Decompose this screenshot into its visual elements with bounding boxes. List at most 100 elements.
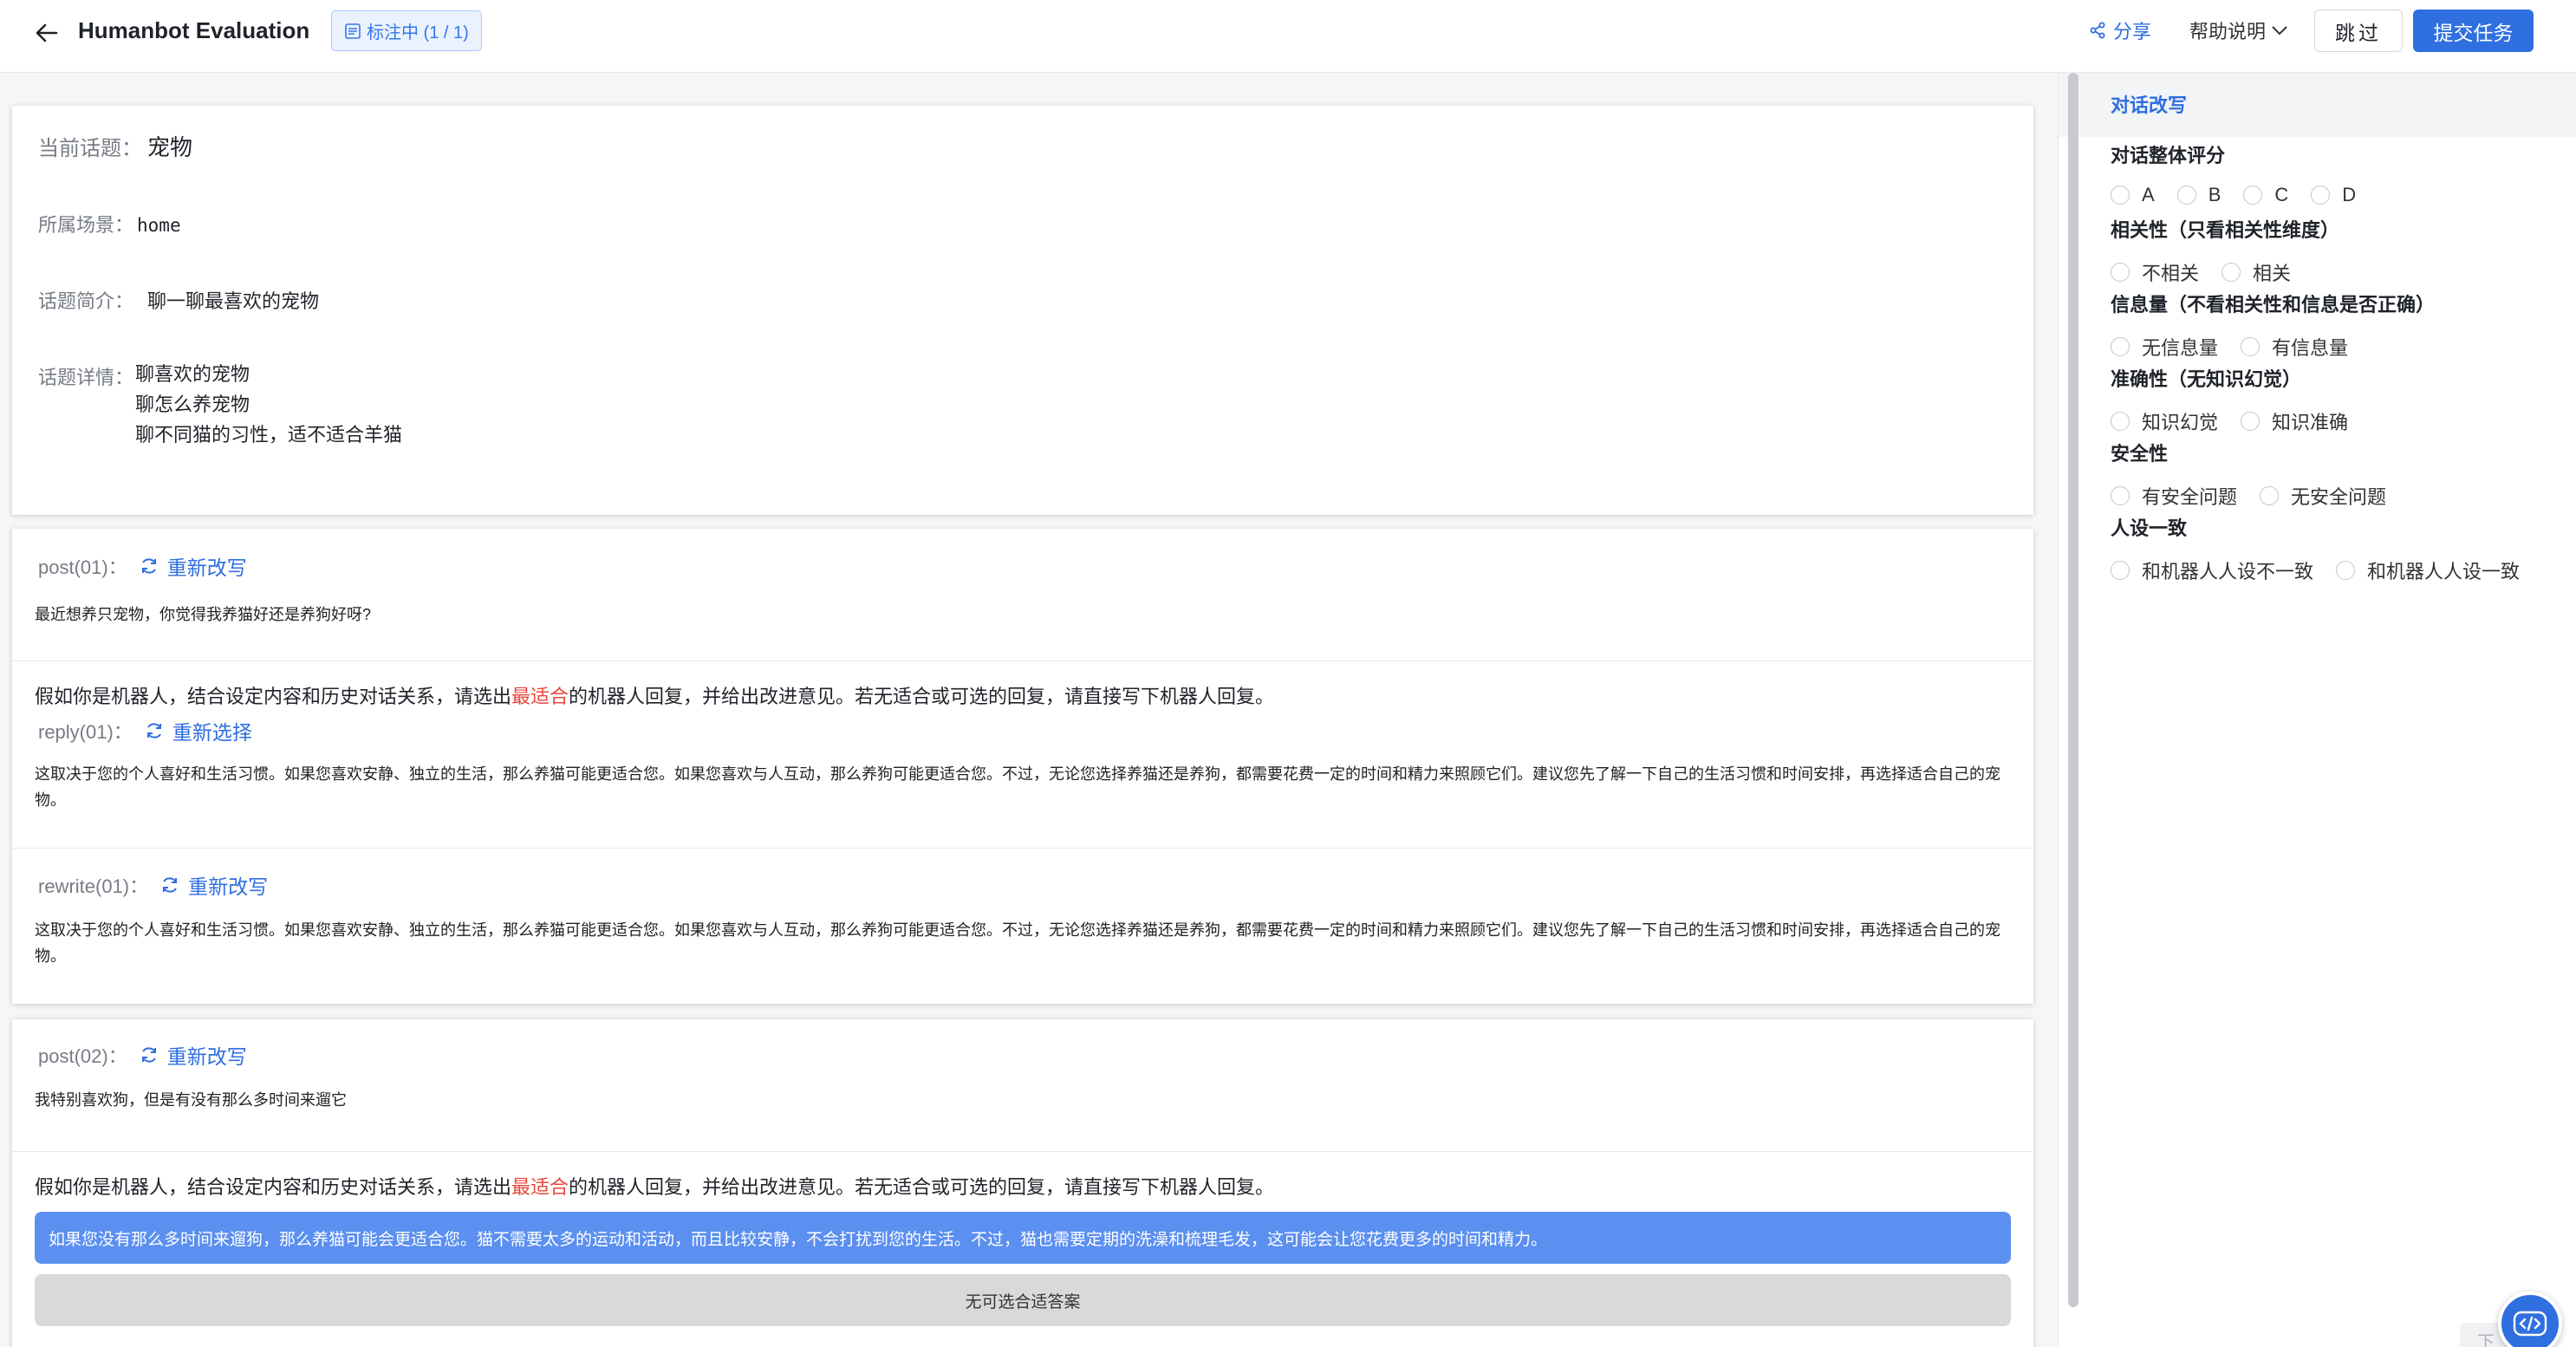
radio-option[interactable]: B [2176, 184, 2221, 206]
detail-label: 话题详情： [38, 367, 134, 388]
question-title: 信息量（不看相关性和信息是否正确） [2111, 294, 2436, 316]
question-options: 知识幻觉 知识准确 [2111, 407, 2371, 435]
post-01-header: post(01)： 重新改写 [38, 551, 247, 581]
rewrite-01-button-label: 重新改写 [188, 875, 269, 898]
reply-option-selected[interactable]: 如果您没有那么多时间来遛狗，那么养猫可能会更适合您。猫不需要太多的运动和活动，而… [35, 1212, 2011, 1264]
turn-1-card: post(01)： 重新改写 最近想养只宠物，你觉得我养猫好还是养狗好呀? 假如… [12, 529, 2033, 1004]
radio-option[interactable]: 知识准确 [2241, 407, 2348, 435]
detail-item: 聊不同猫的习性，适不适合羊猫 [135, 424, 403, 446]
code-helper-button[interactable] [2498, 1292, 2562, 1347]
radio-option[interactable]: 相关 [2221, 258, 2291, 286]
radio-circle[interactable] [2221, 263, 2241, 282]
instruction-highlight: 最适合 [511, 1176, 569, 1198]
radio-circle[interactable] [2311, 185, 2331, 205]
radio-option[interactable]: 不相关 [2111, 258, 2199, 286]
topic-card: 当前话题： 宠物 所属场景： home 话题简介： 聊一聊最喜欢的宠物 话题详情… [12, 106, 2033, 515]
reply-01-reselect-label: 重新选择 [172, 721, 252, 744]
scene-label: 所属场景： [38, 214, 134, 236]
rewrite-01-text: 这取决于您的个人喜好和生活习惯。如果您喜欢安静、独立的生活，那么养猫可能更适合您… [35, 921, 2000, 965]
refresh-icon [146, 723, 161, 739]
radio-circle[interactable] [2111, 412, 2130, 431]
help-dropdown[interactable]: 帮助说明 [2189, 16, 2288, 45]
radio-option[interactable]: 无信息量 [2111, 333, 2218, 361]
topic-detail: 话题详情： [38, 362, 133, 390]
code-icon [2513, 1311, 2547, 1337]
post-02-rewrite-label: 重新改写 [166, 1045, 247, 1068]
intro-label: 话题简介： [38, 290, 134, 312]
share-button[interactable]: 分享 [2089, 16, 2151, 45]
rewrite-01-label: rewrite(01)： [38, 875, 149, 897]
top-bar: Humanbot Evaluation 标注中 (1 / 1) 分享 帮助说明 … [0, 0, 2576, 73]
divider [12, 660, 2033, 661]
back-arrow-icon[interactable] [29, 16, 64, 50]
scene-value: home [137, 215, 181, 236]
radio-option[interactable]: A [2111, 184, 2155, 206]
post-02-rewrite-button[interactable]: 重新改写 [140, 1040, 247, 1070]
radio-option[interactable]: 无安全问题 [2260, 482, 2386, 510]
panel-scrollbar[interactable] [2068, 73, 2078, 1307]
topic-intro: 话题简介： 聊一聊最喜欢的宠物 [38, 286, 319, 314]
divider [12, 848, 2033, 849]
refresh-icon [141, 558, 156, 574]
question-title: 对话整体评分 [2111, 145, 2226, 166]
radio-circle[interactable] [2111, 185, 2130, 205]
question-title: 人设一致 [2111, 517, 2188, 539]
share-icon [2090, 22, 2105, 39]
divider [12, 1151, 2033, 1152]
post-01-label: post(01)： [38, 556, 127, 578]
evaluation-panel: 对话改写 对话整体评分 A B C D 相关性（只看相关性维度） 不相关 相关 … [2058, 73, 2576, 1347]
radio-option[interactable]: 知识幻觉 [2111, 407, 2218, 435]
radio-option[interactable]: C [2243, 184, 2288, 206]
skip-button[interactable]: 跳过 [2314, 10, 2403, 52]
refresh-icon [163, 877, 178, 893]
post-02-text: 我特别喜欢狗，但是有没有那么多时间来遛它 [35, 1091, 347, 1109]
radio-circle[interactable] [2111, 337, 2130, 356]
radio-circle[interactable] [2241, 412, 2261, 431]
current-topic: 当前话题： 宠物 [38, 130, 192, 162]
radio-circle[interactable] [2176, 185, 2196, 205]
reply-01-reselect-button[interactable]: 重新选择 [145, 716, 252, 745]
help-label: 帮助说明 [2189, 21, 2267, 42]
tab-dialogue-rewrite[interactable]: 对话改写 [2111, 90, 2187, 118]
intro-value: 聊一聊最喜欢的宠物 [147, 290, 320, 312]
turn-2-card: post(02)： 重新改写 我特别喜欢狗，但是有没有那么多时间来遛它 假如你是… [12, 1019, 2033, 1347]
refresh-icon [141, 1047, 156, 1063]
rewrite-01-button[interactable]: 重新改写 [160, 870, 268, 900]
radio-option[interactable]: 有信息量 [2241, 333, 2348, 361]
submit-task-button[interactable]: 提交任务 [2413, 10, 2534, 52]
instruction-text: 假如你是机器人，结合设定内容和历史对话关系，请选出最适合的机器人回复，并给出改进… [35, 1176, 1275, 1198]
radio-circle[interactable] [2111, 263, 2130, 282]
question-title: 相关性（只看相关性维度） [2111, 219, 2340, 241]
app-title: Humanbot Evaluation [78, 17, 310, 43]
post-01-rewrite-button[interactable]: 重新改写 [140, 551, 247, 581]
question-options: 有安全问题 无安全问题 [2111, 482, 2409, 510]
radio-circle[interactable] [2241, 337, 2261, 356]
post-02-header: post(02)： 重新改写 [38, 1040, 247, 1070]
radio-option[interactable]: 和机器人人设一致 [2336, 556, 2520, 584]
current-topic-label: 当前话题： [38, 137, 142, 160]
status-badge: 标注中 (1 / 1) [331, 10, 482, 51]
radio-circle[interactable] [2111, 561, 2130, 580]
radio-option[interactable]: 有安全问题 [2111, 482, 2237, 510]
question-options: A B C D [2111, 184, 2378, 206]
list-icon [345, 23, 361, 39]
rewrite-01-header: rewrite(01)： 重新改写 [38, 870, 268, 900]
panel-tab-bar: 对话改写 [2059, 73, 2576, 137]
question-title: 准确性（无知识幻觉） [2111, 368, 2302, 390]
share-label: 分享 [2113, 21, 2152, 42]
chevron-down-icon [2272, 26, 2287, 36]
radio-circle[interactable] [2111, 486, 2130, 505]
instruction-highlight: 最适合 [511, 686, 569, 707]
radio-circle[interactable] [2260, 486, 2280, 505]
question-options: 无信息量 有信息量 [2111, 333, 2371, 361]
radio-circle[interactable] [2243, 185, 2263, 205]
radio-circle[interactable] [2336, 561, 2356, 580]
reply-01-header: reply(01)： 重新选择 [38, 716, 252, 745]
radio-option[interactable]: D [2311, 184, 2356, 206]
scene: 所属场景： home [38, 210, 181, 238]
post-02-label: post(02)： [38, 1045, 127, 1067]
question-options: 不相关 相关 [2111, 258, 2313, 286]
radio-option[interactable]: 和机器人人设不一致 [2111, 556, 2313, 584]
no-suitable-answer-button[interactable]: 无可选合适答案 [35, 1274, 2011, 1326]
detail-item: 聊怎么养宠物 [135, 394, 250, 415]
